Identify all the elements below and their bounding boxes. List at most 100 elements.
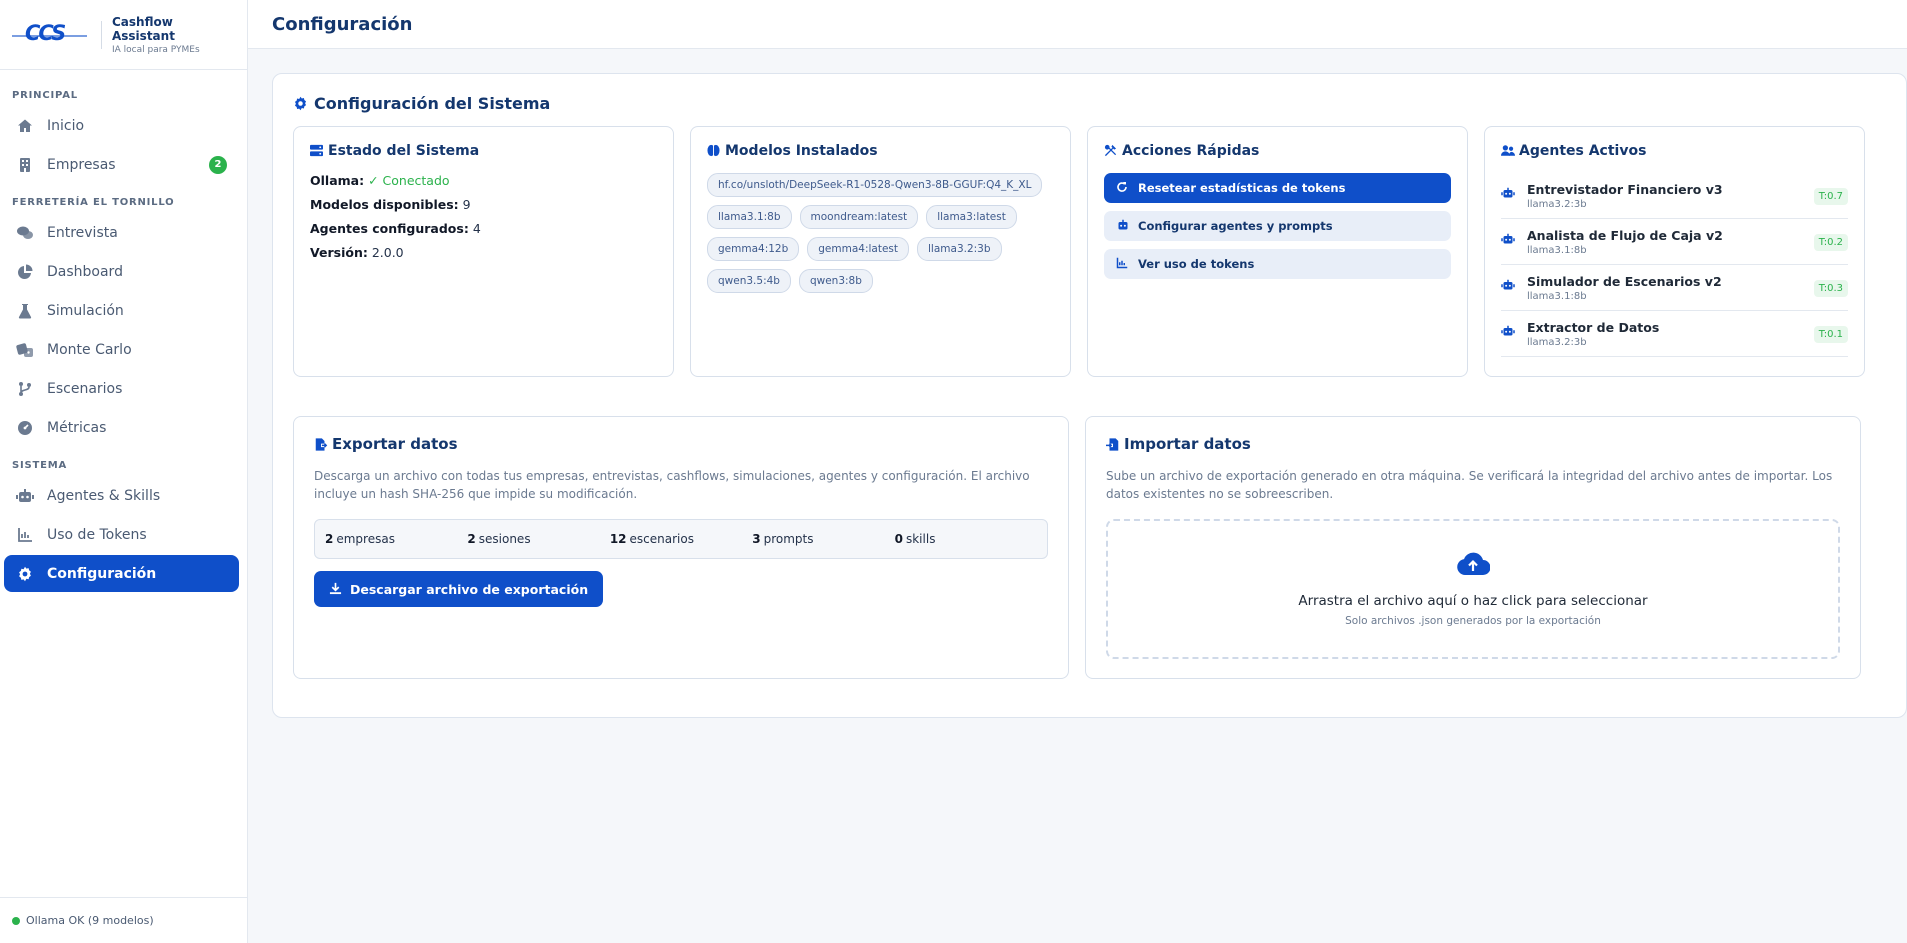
modelos-title-text: Modelos Instalados <box>725 143 878 159</box>
download-icon <box>329 582 343 596</box>
model-chip: moondream:latest <box>799 205 919 229</box>
status-label: Agentes configurados: <box>310 221 469 236</box>
panel-title: Configuración del Sistema <box>293 94 1886 113</box>
robot-icon <box>1501 279 1519 297</box>
model-chip: llama3.1:8b <box>707 205 792 229</box>
sidebar-item-monte-carlo[interactable]: Monte Carlo <box>4 331 239 368</box>
exportar-card: Exportar datos Descarga un archivo con t… <box>293 416 1069 679</box>
sidebar-item-entrevista[interactable]: Entrevista <box>4 214 239 251</box>
status-ollama: Ollama: ✓ Conectado <box>310 173 657 188</box>
model-chip: llama3.2:3b <box>917 237 1002 261</box>
page-title: Configuración <box>272 13 413 35</box>
acciones-card: Acciones Rápidas Resetear estadísticas d… <box>1087 126 1468 377</box>
agent-temperature-badge: T:0.1 <box>1813 325 1848 343</box>
sidebar-item-simulacion[interactable]: Simulación <box>4 292 239 329</box>
importar-card: Importar datos Sube un archivo de export… <box>1085 416 1861 679</box>
agent-row[interactable]: Entrevistador Financiero v3 llama3.2:3b … <box>1501 173 1848 219</box>
model-chip: hf.co/unsloth/DeepSeek-R1-0528-Qwen3-8B-… <box>707 173 1043 197</box>
topbar: Configuración <box>248 0 1907 49</box>
agent-row[interactable]: Simulador de Escenarios v2 llama3.1:8b T… <box>1501 265 1848 311</box>
branch-icon <box>16 380 34 398</box>
view-tokens-button[interactable]: Ver uso de tokens <box>1104 249 1451 279</box>
status-value: 4 <box>472 221 481 236</box>
exportar-title-text: Exportar datos <box>332 435 458 453</box>
tools-icon <box>1104 144 1118 158</box>
count-badge: 2 <box>209 155 227 174</box>
model-chip: gemma4:12b <box>707 237 800 261</box>
reset-tokens-label: Resetear estadísticas de tokens <box>1138 181 1346 195</box>
home-icon <box>16 117 34 135</box>
status-value: 9 <box>462 197 471 212</box>
brand-logo[interactable]: CCS <box>12 20 88 48</box>
sidebar-item-configuracion[interactable]: Configuración <box>4 555 239 592</box>
robot-icon <box>1501 233 1519 251</box>
sidebar: CCS Cashflow Assistant IA local para PYM… <box>0 0 248 943</box>
configure-agents-button[interactable]: Configurar agentes y prompts <box>1104 211 1451 241</box>
agentes-card: Agentes Activos Entrevistador Financiero… <box>1484 126 1865 377</box>
agent-temperature-badge: T:0.7 <box>1813 187 1848 205</box>
status-value: ✓ Conectado <box>368 173 450 188</box>
robot-icon <box>1116 219 1130 233</box>
nav-section-principal: PRINCIPAL <box>12 90 78 101</box>
sidebar-item-empresas[interactable]: Empresas 2 <box>4 146 239 183</box>
stat-empresas: 2 empresas <box>325 532 395 546</box>
sidebar-item-label: Monte Carlo <box>47 341 132 358</box>
dropzone-subtitle: Solo archivos .json generados por la exp… <box>1345 615 1601 627</box>
sidebar-item-inicio[interactable]: Inicio <box>4 107 239 144</box>
agent-row[interactable]: Extractor de Datos llama3.2:3b T:0.1 <box>1501 311 1848 357</box>
users-icon <box>1501 144 1515 158</box>
model-chip: gemma4:latest <box>807 237 910 261</box>
importar-title-text: Importar datos <box>1124 435 1251 453</box>
estado-title: Estado del Sistema <box>310 143 657 159</box>
sidebar-nav: PRINCIPAL Inicio Empresas 2 FERRETERÍA E… <box>0 70 247 897</box>
export-stats: 2 empresas 2 sesiones 12 escenarios 3 prompt… <box>314 519 1048 559</box>
chart-line-icon <box>16 526 34 544</box>
status-label: Modelos disponibles: <box>310 197 459 212</box>
sidebar-item-uso-tokens[interactable]: Uso de Tokens <box>4 516 239 553</box>
agent-name: Entrevistador Financiero v3 <box>1527 182 1723 197</box>
ollama-status-text: Ollama OK (9 modelos) <box>26 914 154 927</box>
model-chip-list: hf.co/unsloth/DeepSeek-R1-0528-Qwen3-8B-… <box>707 173 1054 293</box>
sidebar-item-label: Inicio <box>47 117 85 134</box>
panel-title-text: Configuración del Sistema <box>314 94 551 113</box>
agentes-title: Agentes Activos <box>1501 143 1848 159</box>
download-export-button[interactable]: Descargar archivo de exportación <box>314 571 604 607</box>
acciones-title-text: Acciones Rápidas <box>1122 143 1260 159</box>
agent-row[interactable]: Analista de Flujo de Caja v2 llama3.1:8b… <box>1501 219 1848 265</box>
status-dot-icon <box>12 916 20 925</box>
refresh-icon <box>1116 181 1130 195</box>
config-panel: Configuración del Sistema Estado del Sis… <box>272 73 1907 718</box>
status-label: Versión: <box>310 245 368 260</box>
import-dropzone[interactable]: Arrastra el archivo aquí o haz click par… <box>1106 519 1840 659</box>
sidebar-item-metricas[interactable]: Métricas <box>4 409 239 446</box>
importar-description: Sube un archivo de exportación generado … <box>1106 469 1833 501</box>
download-export-label: Descargar archivo de exportación <box>350 581 589 597</box>
status-value: 2.0.0 <box>371 245 404 260</box>
configure-agents-label: Configurar agentes y prompts <box>1138 219 1333 233</box>
status-version: Versión: 2.0.0 <box>310 245 657 260</box>
agent-model: llama3.1:8b <box>1527 245 1587 256</box>
sidebar-item-label: Escenarios <box>47 380 123 397</box>
acciones-title: Acciones Rápidas <box>1104 143 1451 159</box>
reset-tokens-button[interactable]: Resetear estadísticas de tokens <box>1104 173 1451 203</box>
modelos-title: Modelos Instalados <box>707 143 1054 159</box>
chart-line-icon <box>1116 257 1130 271</box>
estado-card: Estado del Sistema Ollama: ✓ Conectado M… <box>293 126 674 377</box>
gauge-icon <box>16 419 34 437</box>
sidebar-item-escenarios[interactable]: Escenarios <box>4 370 239 407</box>
brand-logo-text: CCS <box>25 20 66 45</box>
agentes-title-text: Agentes Activos <box>1519 143 1647 159</box>
dice-icon <box>16 341 34 359</box>
model-chip: qwen3.5:4b <box>707 269 791 293</box>
sidebar-item-dashboard[interactable]: Dashboard <box>4 253 239 290</box>
sidebar-item-label: Agentes & Skills <box>47 487 161 504</box>
model-chip: qwen3:8b <box>798 269 873 293</box>
gear-icon <box>16 565 34 583</box>
brand-subtitle: IA local para PYMEs <box>111 44 200 55</box>
brand-divider <box>101 20 102 49</box>
chat-icon <box>16 224 34 242</box>
brand-name: Cashflow Assistant <box>111 14 175 43</box>
sidebar-item-agentes-skills[interactable]: Agentes & Skills <box>4 477 239 514</box>
nav-section-sistema: SISTEMA <box>12 460 68 471</box>
gear-icon <box>293 96 309 112</box>
